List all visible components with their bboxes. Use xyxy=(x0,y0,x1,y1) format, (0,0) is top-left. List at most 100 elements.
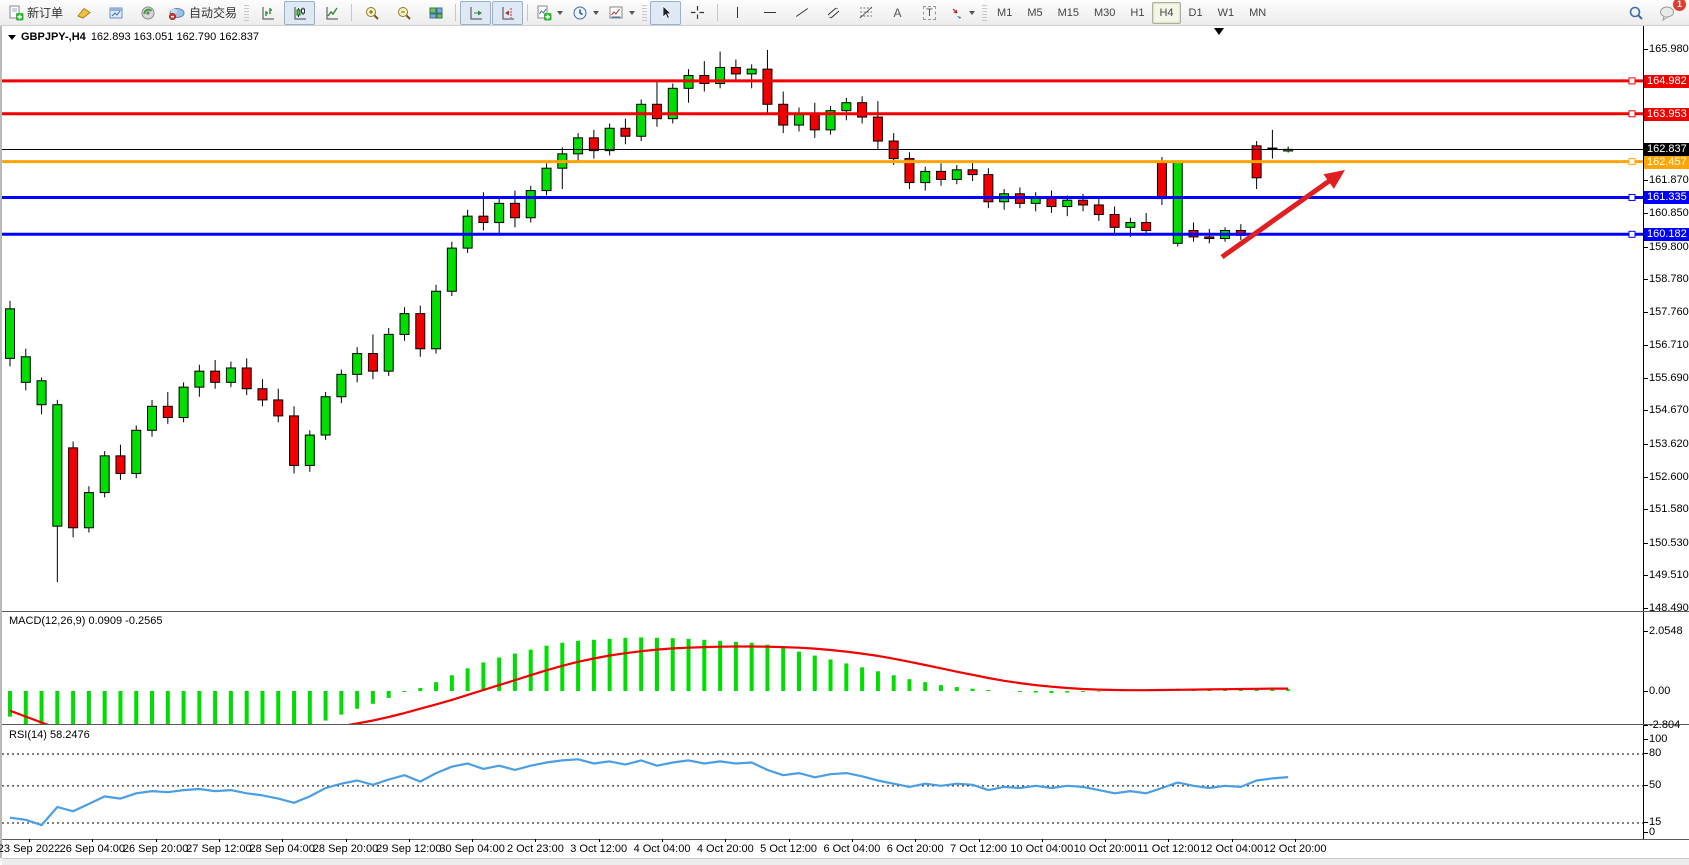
candlestick-chart-button[interactable] xyxy=(284,1,315,25)
rsi-line xyxy=(10,759,1288,825)
market-watch-icon xyxy=(76,5,92,21)
main-chart-canvas[interactable] xyxy=(2,27,1689,611)
timeframe-button-mn[interactable]: MN xyxy=(1242,2,1273,24)
rsi-panel-canvas[interactable] xyxy=(2,726,1643,839)
search-button[interactable] xyxy=(1620,1,1651,25)
horizontal-line-tool-button[interactable] xyxy=(754,1,785,25)
line-chart-button[interactable] xyxy=(316,1,347,25)
zoom-in-button[interactable] xyxy=(356,1,387,25)
time-tick xyxy=(1042,839,1043,842)
time-axis-label: 5 Oct 12:00 xyxy=(760,843,817,855)
candle xyxy=(321,397,330,435)
trend-arrow-line[interactable] xyxy=(1222,179,1332,257)
chart-shift-marker[interactable] xyxy=(1214,28,1224,35)
time-tick xyxy=(1295,839,1296,842)
resistance-line-upper-anchor[interactable] xyxy=(1629,78,1635,84)
bar-chart-button[interactable] xyxy=(252,1,283,25)
zoom-in-icon xyxy=(364,5,380,21)
notifications-button[interactable]: 1 xyxy=(1652,1,1683,25)
market-watch-button[interactable] xyxy=(68,1,99,25)
time-axis-label: 27 Sep 12:00 xyxy=(186,843,251,855)
toolbar-drag-handle[interactable] xyxy=(244,5,249,21)
label-tool-button[interactable]: T xyxy=(914,1,945,25)
periods-button[interactable] xyxy=(568,1,603,25)
macd-histogram-bar xyxy=(844,663,848,691)
candle xyxy=(1268,148,1277,149)
auto-scroll-button[interactable] xyxy=(460,1,491,25)
data-window-button[interactable] xyxy=(100,1,131,25)
candle xyxy=(53,405,62,526)
macd-panel-canvas[interactable] xyxy=(2,612,1643,724)
macd-histogram-bar xyxy=(387,691,391,698)
macd-histogram-bar xyxy=(71,691,75,724)
trendline-tool-button[interactable] xyxy=(786,1,817,25)
candle xyxy=(226,368,235,382)
resistance-line-lower-anchor[interactable] xyxy=(1629,111,1635,117)
rsi-axis-label: 50 xyxy=(1649,779,1661,791)
text-tool-button[interactable]: A xyxy=(882,1,913,25)
candle xyxy=(795,114,804,125)
candle xyxy=(447,248,456,291)
arrows-tool-button[interactable] xyxy=(946,1,979,25)
trendline-icon xyxy=(796,8,808,17)
macd-histogram-bar xyxy=(797,652,801,691)
candle xyxy=(432,291,441,349)
candle xyxy=(763,69,772,104)
panel-separator[interactable] xyxy=(2,611,1689,612)
timeframe-button-m15[interactable]: M15 xyxy=(1051,2,1086,24)
time-axis-label: 29 Sep 12:00 xyxy=(376,843,441,855)
cursor-tool-button[interactable] xyxy=(650,1,681,25)
support-line-upper-anchor[interactable] xyxy=(1629,194,1635,200)
timeframe-button-m1[interactable]: M1 xyxy=(990,2,1019,24)
candle xyxy=(510,203,519,217)
fibonacci-tool-button[interactable] xyxy=(850,1,881,25)
candle xyxy=(479,216,488,222)
zoom-out-icon xyxy=(396,5,412,21)
macd-histogram-bar xyxy=(655,638,659,691)
candle xyxy=(337,374,346,396)
navigator-button[interactable] xyxy=(132,1,163,25)
macd-axis-label: -2.804 xyxy=(1649,719,1680,731)
indicators-button[interactable] xyxy=(532,1,567,25)
candle xyxy=(652,104,661,118)
macd-histogram-bar xyxy=(118,691,122,724)
chart-menu-caret-icon[interactable] xyxy=(8,35,16,40)
time-axis-label: 11 Oct 12:00 xyxy=(1137,843,1199,855)
timeframe-button-d1[interactable]: D1 xyxy=(1182,2,1210,24)
macd-histogram-bar xyxy=(466,668,470,691)
macd-histogram-bar xyxy=(860,667,864,691)
macd-histogram-bar xyxy=(339,691,343,715)
candle xyxy=(637,104,646,136)
macd-histogram-bar xyxy=(955,687,959,691)
templates-button[interactable] xyxy=(604,1,639,25)
timeframe-button-h4[interactable]: H4 xyxy=(1152,2,1180,24)
vertical-line-tool-button[interactable] xyxy=(722,1,753,25)
toolbar-drag-handle[interactable] xyxy=(642,5,647,21)
candle xyxy=(353,354,362,375)
autotrading-button[interactable]: 自动交易 xyxy=(164,1,241,25)
support-line-lower-anchor[interactable] xyxy=(1629,231,1635,237)
timeframe-button-h1[interactable]: H1 xyxy=(1123,2,1151,24)
arrows-icon xyxy=(950,6,964,20)
time-axis-label: 30 Sep 04:00 xyxy=(439,843,504,855)
timeframe-button-m30[interactable]: M30 xyxy=(1087,2,1122,24)
toolbar-drag-handle[interactable] xyxy=(982,5,987,21)
time-axis-label: 26 Sep 04:00 xyxy=(60,843,125,855)
timeframe-button-w1[interactable]: W1 xyxy=(1211,2,1242,24)
new-order-button[interactable]: 新订单 xyxy=(4,1,67,25)
channel-tool-button[interactable] xyxy=(818,1,849,25)
trend-arrow-head[interactable] xyxy=(1324,170,1346,189)
chart-shift-button[interactable] xyxy=(492,1,523,25)
time-axis[interactable]: 23 Sep 202226 Sep 04:0026 Sep 20:0027 Se… xyxy=(2,840,1689,858)
timeframe-button-m5[interactable]: M5 xyxy=(1020,2,1049,24)
zoom-out-button[interactable] xyxy=(388,1,419,25)
crosshair-tool-button[interactable] xyxy=(682,1,713,25)
tile-windows-button[interactable] xyxy=(420,1,451,25)
macd-histogram-bar xyxy=(750,643,754,691)
macd-histogram-bar xyxy=(103,691,107,724)
pivot-line-orange-anchor[interactable] xyxy=(1629,159,1635,165)
candle xyxy=(605,128,614,150)
macd-signal-line xyxy=(10,647,1288,725)
panel-separator[interactable] xyxy=(2,724,1689,725)
candle xyxy=(937,171,946,179)
